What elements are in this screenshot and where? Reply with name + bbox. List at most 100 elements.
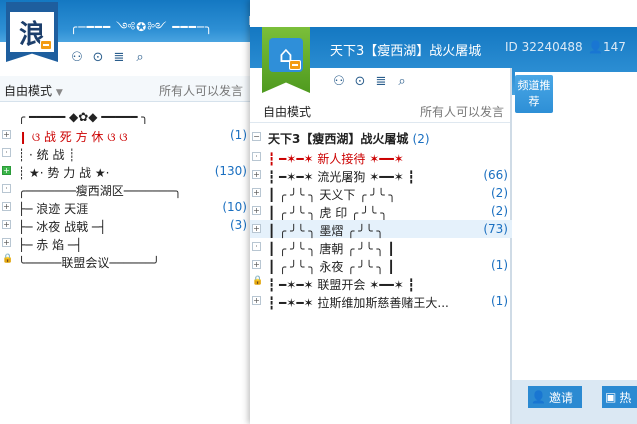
- mode-bar: 自由模式 ▼ 所有人可以发言: [0, 76, 251, 102]
- channel-name: ╰─────联盟会议──────╯: [18, 256, 160, 270]
- expand-icon[interactable]: +: [252, 188, 261, 197]
- channel-tree: − 天下3【瘦西湖】战火屠城 (2) · ┇ ━✶━✶ 新人接待 ✶━━✶ + ┇ ━…: [250, 128, 512, 310]
- channel-row[interactable]: ╭ ━━━━━ ◆✿◆ ━━━━━ ╮: [0, 108, 251, 126]
- channel-name: ❙ ଓ 战 死 方 休 ଓ ଓ: [18, 130, 128, 144]
- channel-name: ┇ ━✶━✶ 流光屠狗 ✶━━✶ ┇: [268, 170, 415, 184]
- expand-icon[interactable]: +: [252, 170, 261, 179]
- channel-root-count: (2): [412, 132, 430, 146]
- notes-icon[interactable]: ≣: [374, 74, 388, 89]
- channel-row[interactable]: · ┃ ╭ ╯╰ ╮ 唐朝 ╭ ╯╰ ╮ ┃: [250, 238, 512, 256]
- channel-row[interactable]: 🔒 ╰─────联盟会议──────╯: [0, 252, 251, 271]
- member-count: (1): [491, 294, 508, 308]
- channel-name: ┃ ╭ ╯╰ ╮ 永夜 ╭ ╯╰ ╮ ┃: [268, 260, 395, 274]
- right-panel: [515, 72, 637, 380]
- fire-icon: ▣: [605, 390, 617, 404]
- channel-name: ╭ ━━━━━ ◆✿◆ ━━━━━ ╮: [18, 110, 149, 124]
- mode-select[interactable]: 自由模式 ▼: [4, 82, 63, 99]
- expand-icon[interactable]: +: [252, 224, 261, 233]
- member-count: (2): [491, 204, 508, 218]
- expand-icon[interactable]: +: [2, 220, 11, 229]
- expand-icon[interactable]: +: [252, 296, 261, 305]
- expand-icon[interactable]: +: [252, 206, 261, 215]
- search-icon[interactable]: ⌕: [133, 50, 147, 65]
- channel-name: ┃ ╭ ╯╰ ╮ 天义下 ╭ ╯╰ ╮: [268, 188, 396, 202]
- member-count: (66): [483, 168, 508, 182]
- lock-icon[interactable]: 🔒: [252, 277, 263, 287]
- channel-row[interactable]: + ┇ ━✶━✶ 流光屠狗 ✶━━✶ ┇ (66): [250, 166, 512, 184]
- channel-row[interactable]: · ┇ ━✶━✶ 新人接待 ✶━━✶: [250, 148, 512, 166]
- channel-id: ID 32240488: [505, 40, 583, 54]
- channel-root[interactable]: − 天下3【瘦西湖】战火屠城 (2): [250, 128, 512, 148]
- chevron-down-icon: ▼: [55, 88, 63, 98]
- channel-name: ├─ 赤 焰 ─┤: [18, 238, 83, 252]
- search-icon[interactable]: ⌕: [395, 74, 409, 89]
- invite-label: 邀请: [548, 390, 573, 405]
- channel-name: ┇ ━✶━✶ 新人接待 ✶━━✶: [268, 152, 404, 166]
- channel-tree: ╭ ━━━━━ ◆✿◆ ━━━━━ ╮ + ❙ ଓ 战 死 方 休 ଓ ଓ (1) · ┊…: [0, 108, 251, 270]
- channel-row[interactable]: + ┃ ╭ ╯╰ ╮ 永夜 ╭ ╯╰ ╮ ┃ (1): [250, 256, 512, 274]
- expand-icon[interactable]: +: [252, 260, 261, 269]
- channel-title: 天下3【瘦西湖】战火屠城: [330, 44, 482, 59]
- member-count: (73): [483, 222, 508, 236]
- channel-row[interactable]: · ┊ · 统 战 ┊: [0, 144, 251, 162]
- channel-row[interactable]: + ┃ ╭ ╯╰ ╮ 墨熠 ╭ ╯╰ ╮ (73): [250, 220, 512, 238]
- member-count: (3): [230, 218, 247, 232]
- channel-logo: 浪: [6, 2, 58, 62]
- leaf-icon[interactable]: ·: [2, 148, 11, 157]
- leaf-icon[interactable]: ·: [2, 184, 11, 193]
- location-icon[interactable]: ⊙: [91, 50, 105, 65]
- channel-row[interactable]: + ├─ 浪迹 天涯 (10): [0, 198, 251, 216]
- expand-icon[interactable]: +: [2, 130, 11, 139]
- channel-name: ┃ ╭ ╯╰ ╮ 墨熠 ╭ ╯╰ ╮: [268, 224, 384, 238]
- channel-name: ┃ ╭ ╯╰ ╮ 虎 印 ╭ ╯╰ ╮: [268, 206, 388, 220]
- channel-recommend-button[interactable]: 频道推荐: [515, 75, 553, 113]
- leaf-icon[interactable]: ·: [252, 152, 261, 161]
- background-channel-window[interactable]: ╭─━━━ ༺✪༻ ━━━─╮ ID 202123 👤 144 浪 ⚇ ⊙ ≣ …: [0, 0, 252, 424]
- channel-root-title: 天下3【瘦西湖】战火屠城: [268, 132, 409, 146]
- member-count: (1): [491, 258, 508, 272]
- collapse-icon[interactable]: −: [252, 132, 261, 141]
- mode-label[interactable]: 自由模式: [263, 103, 311, 120]
- hot-label: 热: [619, 390, 632, 405]
- channel-name: ┃ ╭ ╯╰ ╮ 唐朝 ╭ ╯╰ ╮ ┃: [268, 242, 395, 256]
- leaf-icon[interactable]: ·: [252, 242, 261, 251]
- people-icon: 👤: [588, 40, 603, 54]
- online-count: 👤147: [588, 40, 626, 54]
- location-icon[interactable]: ⊙: [353, 74, 367, 89]
- channel-row[interactable]: + ┃ ╭ ╯╰ ╮ 虎 印 ╭ ╯╰ ╮ (2): [250, 202, 512, 220]
- channel-row[interactable]: + ┊ ★· 势 力 战 ★· (130): [0, 162, 251, 180]
- user-icon[interactable]: ⚇: [70, 50, 84, 65]
- lock-icon[interactable]: 🔒: [2, 255, 13, 265]
- expand-icon[interactable]: +: [2, 238, 11, 247]
- user-icon[interactable]: ⚇: [332, 74, 346, 89]
- channel-name: ├─ 浪迹 天涯: [18, 202, 89, 216]
- channel-name: ╭───────瘦西湖区───────╮: [18, 184, 182, 198]
- channel-row[interactable]: · ╭───────瘦西湖区───────╮: [0, 180, 251, 198]
- subchannel-list: · ┇ ━✶━✶ 新人接待 ✶━━✶ + ┇ ━✶━✶ 流光屠狗 ✶━━✶ ┇ (66)…: [250, 148, 512, 310]
- channel-root-label: 天下3【瘦西湖】战火屠城 (2): [268, 130, 512, 147]
- member-count: (2): [491, 186, 508, 200]
- channel-name: ┊ · 统 战 ┊: [18, 148, 76, 162]
- expand-icon[interactable]: +: [2, 166, 11, 175]
- mode-permission: 所有人可以发言: [419, 105, 504, 119]
- channel-row[interactable]: + ❙ ଓ 战 死 方 休 ଓ ଓ (1): [0, 126, 251, 144]
- channel-row[interactable]: + ├─ 赤 焰 ─┤: [0, 234, 251, 252]
- notes-icon[interactable]: ≣: [112, 50, 126, 65]
- channel-row[interactable]: + ├─ 冰夜 战戟 ─┤ (3): [0, 216, 251, 234]
- foreground-channel-window[interactable]: 天下3【瘦西湖】战火屠城 ID 32240488 👤147 ⌂ ⚇ ⊙ ≣ ⌕ …: [250, 0, 637, 424]
- mode-bar: 自由模式 所有人可以发言: [250, 97, 512, 123]
- online-count-value: 147: [602, 40, 626, 54]
- expand-icon[interactable]: +: [2, 202, 11, 211]
- channel-row[interactable]: + ┇ ━✶━✶ 拉斯维加斯慈善赌王大... (1): [250, 292, 512, 310]
- channel-name: ┇ ━✶━✶ 联盟开会 ✶━━✶ ┇: [268, 278, 415, 292]
- channel-row[interactable]: 🔒 ┇ ━✶━✶ 联盟开会 ✶━━✶ ┇: [250, 274, 512, 293]
- invite-button[interactable]: 👤 邀请: [528, 386, 582, 408]
- minimize-badge-icon[interactable]: [289, 60, 301, 70]
- person-icon: 👤: [531, 390, 546, 404]
- minimize-badge-icon[interactable]: [40, 40, 52, 50]
- channel-name: ├─ 冰夜 战戟 ─┤: [18, 220, 107, 234]
- mode-label: 自由模式: [4, 84, 53, 98]
- mode-permission: 所有人可以发言: [158, 84, 243, 98]
- hot-button[interactable]: ▣ 热: [602, 386, 637, 408]
- channel-row[interactable]: + ┃ ╭ ╯╰ ╮ 天义下 ╭ ╯╰ ╮ (2): [250, 184, 512, 202]
